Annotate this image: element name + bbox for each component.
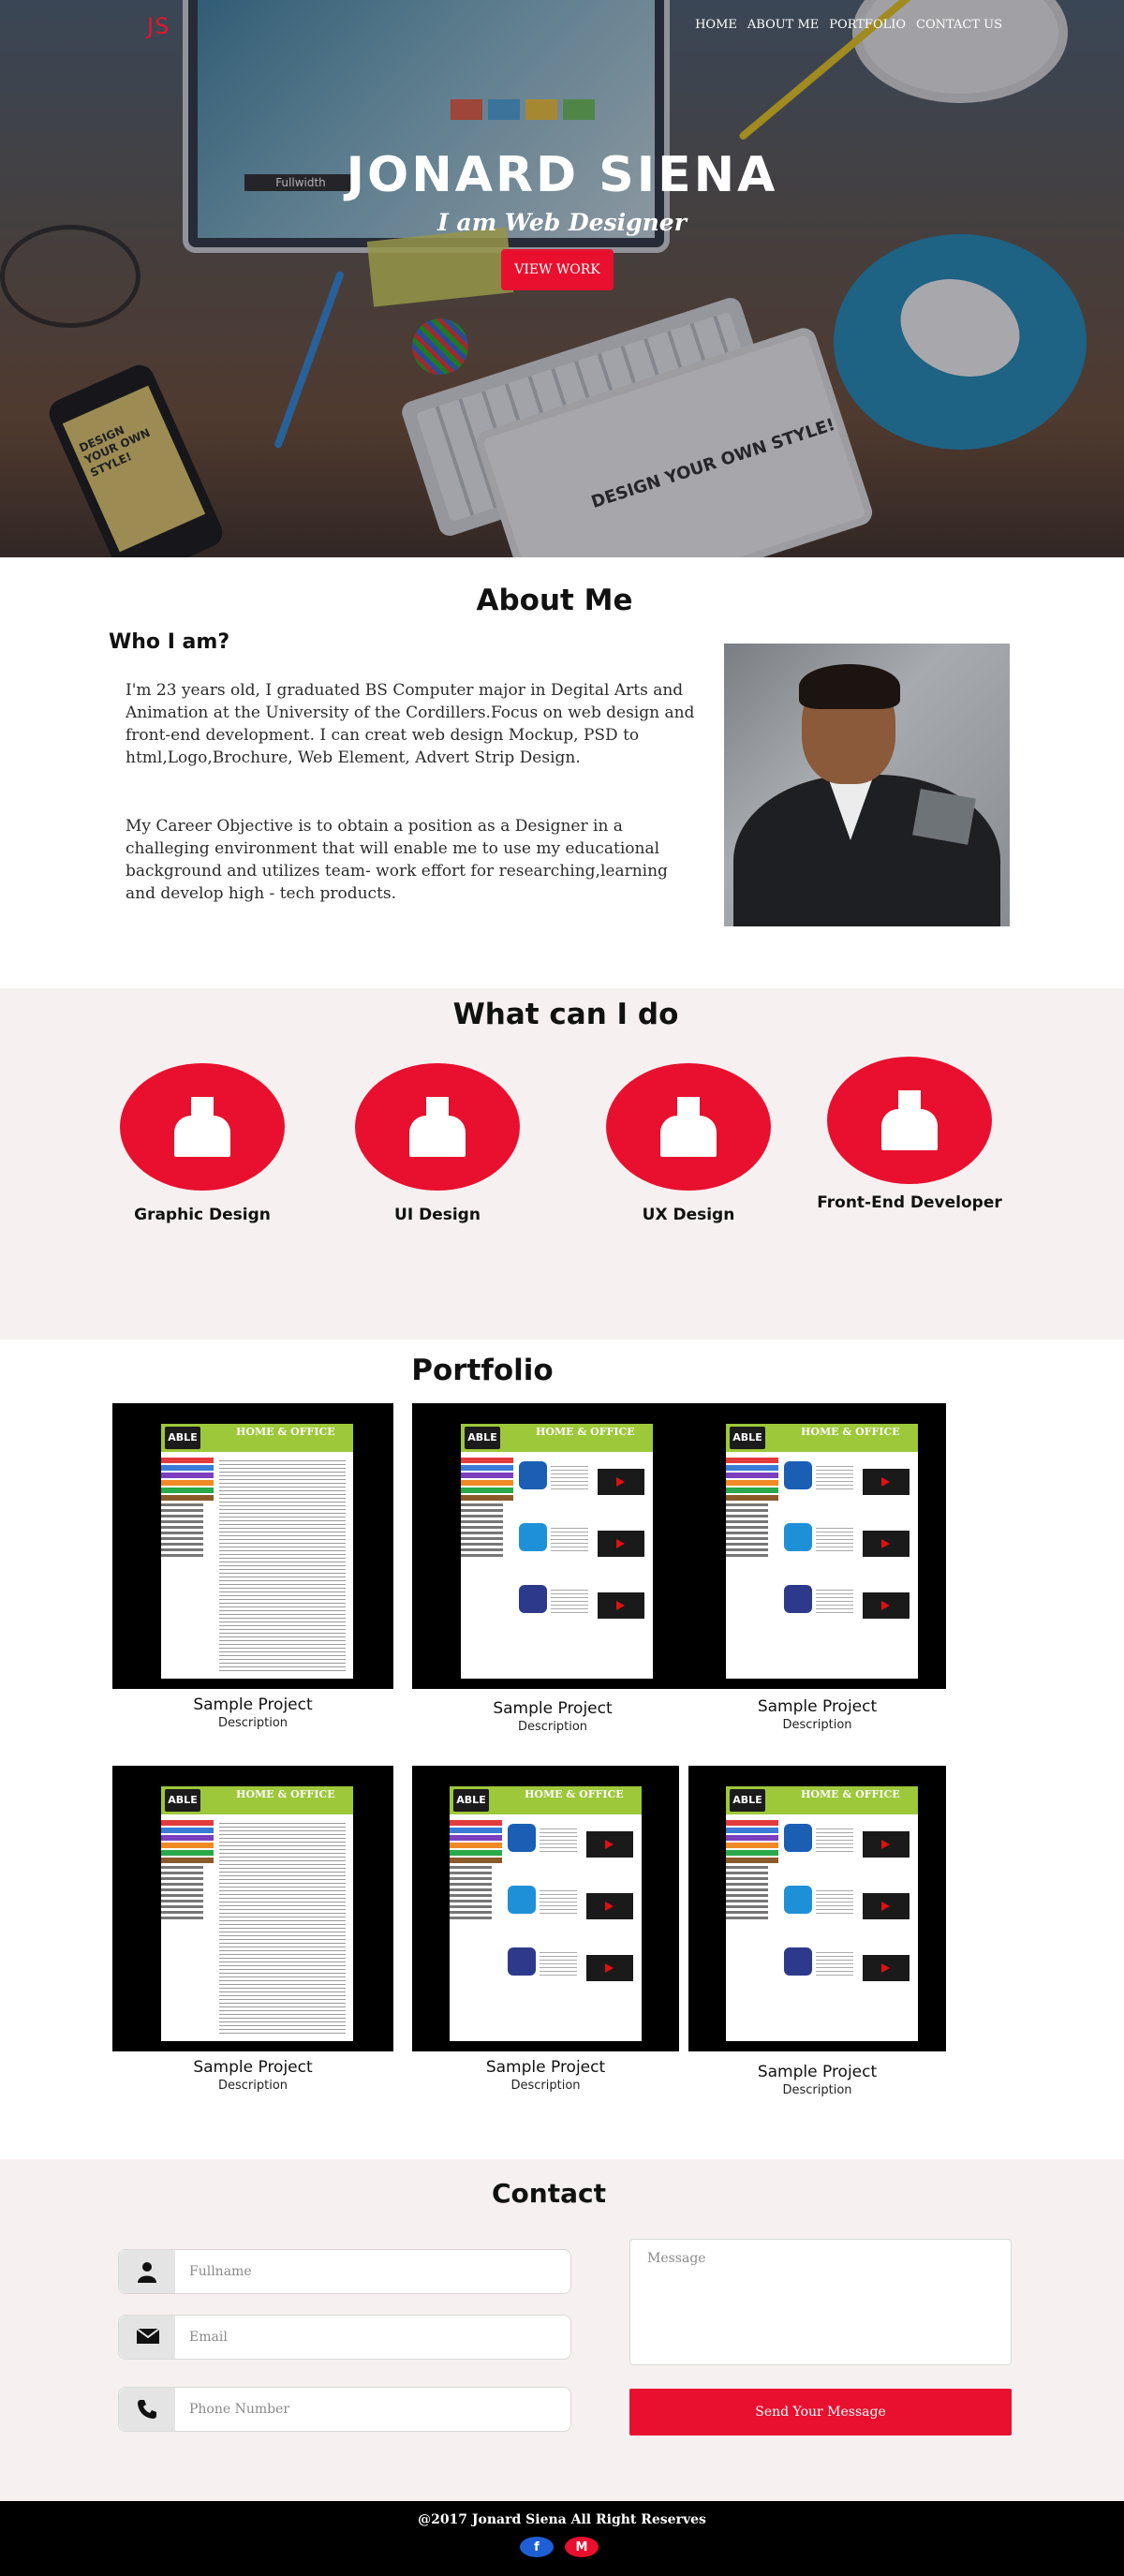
project-thumbnail[interactable]: ABLE HOME & OFFICE [412, 1403, 693, 1689]
about-section: About Me Who I am? I'm 23 years old, I g… [0, 557, 1124, 988]
skills-section: What can I do Graphic Design UI Design U… [0, 988, 1124, 1340]
skill-card-front-end-developer: Front-End Developer [802, 1057, 1017, 1212]
mockup-heading: HOME & OFFICE [801, 1426, 900, 1438]
facebook-icon[interactable]: f [520, 2537, 554, 2557]
about-paragraph-1: I'm 23 years old, I graduated BS Compute… [126, 681, 695, 767]
mockup-logo: ABLE [453, 1789, 489, 1812]
mockup-logo: ABLE [730, 1789, 765, 1812]
mail-icon[interactable]: M [565, 2537, 599, 2557]
fullname-input[interactable] [189, 2250, 559, 2293]
mockup-logo: ABLE [730, 1427, 765, 1449]
skill-label: Front-End Developer [817, 1193, 1002, 1212]
skill-circle [827, 1057, 992, 1184]
mockup-heading: HOME & OFFICE [525, 1788, 624, 1800]
project-description: Description [510, 2079, 581, 2093]
nav-portfolio[interactable]: PORTFOLIO [829, 18, 906, 32]
project-description: Description [217, 2079, 288, 2093]
phone-input[interactable] [189, 2388, 559, 2431]
skill-label: Graphic Design [134, 1206, 271, 1224]
project-description: Description [217, 1716, 288, 1730]
mockup-logo: ABLE [165, 1789, 200, 1812]
fullname-field [118, 2249, 571, 2294]
contact-title: Contact [492, 2178, 606, 2209]
mockup-heading: HOME & OFFICE [801, 1788, 900, 1800]
skill-label: UX Design [642, 1206, 735, 1224]
skill-card-ux-design: UX Design [581, 1063, 796, 1224]
email-input[interactable] [189, 2316, 559, 2359]
project-title: Sample Project [757, 2063, 878, 2081]
mockup-logo: ABLE [165, 1427, 200, 1449]
contact-section: Contact Send Your Message [0, 2159, 1124, 2501]
portfolio-item[interactable]: ABLE HOME & OFFICE Sample Project Descrip… [688, 1766, 946, 2097]
project-thumbnail[interactable]: ABLE HOME & OFFICE [112, 1766, 393, 2051]
skill-circle [120, 1063, 285, 1191]
portfolio-item[interactable]: ABLE HOME & OFFICE Sample Project Descrip… [112, 1766, 393, 2093]
user-icon [660, 1097, 717, 1157]
envelope-icon [119, 2316, 175, 2359]
mockup-heading: HOME & OFFICE [236, 1788, 335, 1800]
mockup-page: ABLE HOME & OFFICE [461, 1424, 653, 1679]
mockup-heading: HOME & OFFICE [536, 1426, 635, 1438]
skill-circle [355, 1063, 520, 1191]
phone-icon [119, 2388, 175, 2431]
copyright-text: @2017 Jonard Siena All Right Reserves [418, 2512, 706, 2527]
skill-circle [606, 1063, 771, 1191]
project-thumbnail[interactable]: ABLE HOME & OFFICE [688, 1403, 946, 1689]
project-title: Sample Project [193, 1695, 313, 1714]
project-thumbnail[interactable]: ABLE HOME & OFFICE [112, 1403, 393, 1689]
user-icon [119, 2250, 175, 2293]
hero-tagline: I am Web Designer [437, 209, 687, 236]
project-description: Description [782, 2083, 852, 2097]
mockup-page: ABLE HOME & OFFICE [726, 1786, 918, 2041]
site-logo[interactable]: JS [147, 13, 170, 39]
nav-contact-us[interactable]: CONTACT US [916, 18, 1002, 32]
nav-about-me[interactable]: ABOUT ME [747, 18, 819, 32]
mockup-heading: HOME & OFFICE [236, 1426, 335, 1438]
phone-field [118, 2387, 571, 2432]
skill-label: UI Design [394, 1206, 481, 1224]
nav-home[interactable]: HOME [695, 18, 737, 32]
project-title: Sample Project [757, 1697, 878, 1716]
about-title: About Me [476, 584, 633, 617]
mockup-page: ABLE HOME & OFFICE [161, 1786, 353, 2041]
user-icon [409, 1097, 466, 1157]
site-footer: @2017 Jonard Siena All Right Reserves f … [0, 2501, 1124, 2576]
skill-card-graphic-design: Graphic Design [95, 1063, 310, 1224]
project-description: Description [782, 1718, 852, 1732]
user-icon [174, 1097, 230, 1157]
skill-card-ui-design: UI Design [330, 1063, 545, 1224]
about-subtitle: Who I am? [109, 630, 230, 654]
user-icon [881, 1090, 938, 1150]
view-work-button[interactable]: VIEW WORK [501, 249, 614, 290]
email-field [118, 2315, 571, 2360]
mockup-logo: ABLE [465, 1427, 500, 1449]
portfolio-item[interactable]: ABLE HOME & OFFICE Sample Project Descrip… [412, 1766, 679, 2093]
profile-photo [724, 644, 1010, 926]
skills-title: What can I do [452, 998, 679, 1031]
about-paragraph-2: My Career Objective is to obtain a posit… [126, 817, 668, 903]
mockup-page: ABLE HOME & OFFICE [726, 1424, 918, 1679]
project-description: Description [517, 1720, 588, 1734]
project-title: Sample Project [193, 2058, 313, 2077]
portfolio-section: Portfolio ABLE HOME & OFFICE Sample Proje… [0, 1340, 1124, 2159]
social-links: f M [520, 2537, 599, 2557]
portfolio-item[interactable]: ABLE HOME & OFFICE Sample Project Descrip… [688, 1403, 946, 1732]
project-thumbnail[interactable]: ABLE HOME & OFFICE [412, 1766, 679, 2051]
project-thumbnail[interactable]: ABLE HOME & OFFICE [688, 1766, 946, 2051]
hero-section: Fullwidth DESIGN YOUR OWN STYLE! DESIGN … [0, 0, 1124, 557]
send-message-button[interactable]: Send Your Message [629, 2389, 1012, 2435]
portfolio-item[interactable]: ABLE HOME & OFFICE Sample Project Descrip… [412, 1403, 693, 1734]
project-title: Sample Project [493, 1699, 613, 1718]
main-nav: HOME ABOUT ME PORTFOLIO CONTACT US [695, 18, 1002, 32]
portfolio-item[interactable]: ABLE HOME & OFFICE Sample Project Descrip… [112, 1403, 393, 1730]
message-textarea[interactable] [629, 2239, 1012, 2365]
hero-name: JONARD SIENA [346, 147, 778, 203]
mockup-page: ABLE HOME & OFFICE [450, 1786, 642, 2041]
mockup-page: ABLE HOME & OFFICE [161, 1424, 353, 1679]
portfolio-title: Portfolio [411, 1354, 554, 1387]
project-title: Sample Project [485, 2058, 606, 2077]
